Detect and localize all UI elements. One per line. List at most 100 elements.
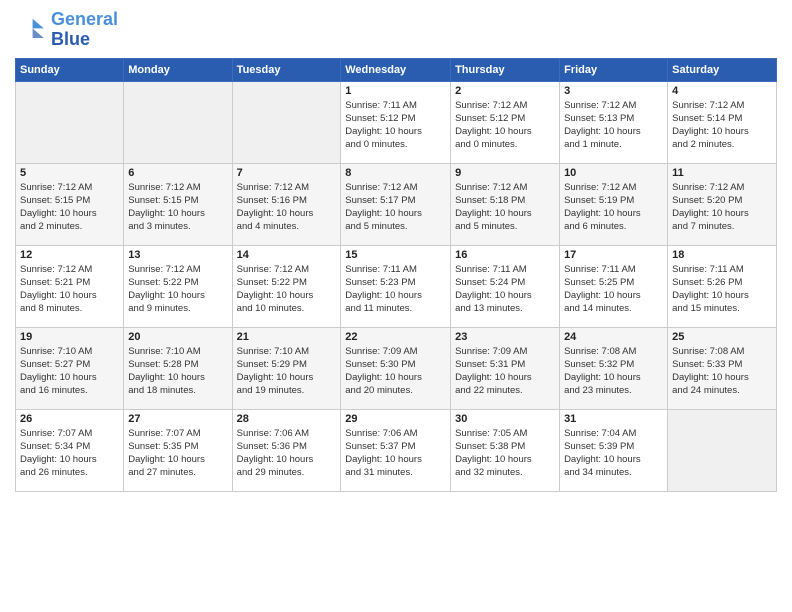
calendar-cell: 29 Sunrise: 7:06 AM Sunset: 5:37 PM Dayli… bbox=[341, 409, 451, 491]
day-info: Sunrise: 7:07 AM Sunset: 5:35 PM Dayligh… bbox=[128, 427, 227, 480]
day-info: Sunrise: 7:12 AM Sunset: 5:12 PM Dayligh… bbox=[455, 99, 555, 152]
calendar-cell bbox=[232, 81, 341, 163]
calendar-cell: 13 Sunrise: 7:12 AM Sunset: 5:22 PM Dayli… bbox=[124, 245, 232, 327]
day-number: 20 bbox=[128, 331, 227, 343]
calendar-cell: 14 Sunrise: 7:12 AM Sunset: 5:22 PM Dayli… bbox=[232, 245, 341, 327]
day-number: 21 bbox=[237, 331, 337, 343]
day-info: Sunrise: 7:07 AM Sunset: 5:34 PM Dayligh… bbox=[20, 427, 119, 480]
logo-text: General Blue bbox=[51, 10, 118, 50]
header: General Blue bbox=[15, 10, 777, 50]
day-info: Sunrise: 7:12 AM Sunset: 5:14 PM Dayligh… bbox=[672, 99, 772, 152]
main-container: General Blue SundayMondayTuesdayWednesda… bbox=[0, 0, 792, 502]
weekday-header: Saturday bbox=[668, 58, 777, 81]
day-number: 1 bbox=[345, 85, 446, 97]
calendar-week-row: 19 Sunrise: 7:10 AM Sunset: 5:27 PM Dayli… bbox=[16, 327, 777, 409]
day-info: Sunrise: 7:09 AM Sunset: 5:31 PM Dayligh… bbox=[455, 345, 555, 398]
weekday-header: Friday bbox=[560, 58, 668, 81]
day-number: 26 bbox=[20, 413, 119, 425]
weekday-header: Monday bbox=[124, 58, 232, 81]
day-info: Sunrise: 7:06 AM Sunset: 5:36 PM Dayligh… bbox=[237, 427, 337, 480]
day-number: 31 bbox=[564, 413, 663, 425]
day-info: Sunrise: 7:10 AM Sunset: 5:27 PM Dayligh… bbox=[20, 345, 119, 398]
calendar-cell bbox=[668, 409, 777, 491]
calendar-cell: 23 Sunrise: 7:09 AM Sunset: 5:31 PM Dayli… bbox=[451, 327, 560, 409]
day-number: 9 bbox=[455, 167, 555, 179]
day-info: Sunrise: 7:12 AM Sunset: 5:15 PM Dayligh… bbox=[20, 181, 119, 234]
day-info: Sunrise: 7:04 AM Sunset: 5:39 PM Dayligh… bbox=[564, 427, 663, 480]
calendar-cell: 11 Sunrise: 7:12 AM Sunset: 5:20 PM Dayli… bbox=[668, 163, 777, 245]
calendar-cell: 20 Sunrise: 7:10 AM Sunset: 5:28 PM Dayli… bbox=[124, 327, 232, 409]
calendar-cell bbox=[124, 81, 232, 163]
calendar-cell: 22 Sunrise: 7:09 AM Sunset: 5:30 PM Dayli… bbox=[341, 327, 451, 409]
day-number: 12 bbox=[20, 249, 119, 261]
calendar-cell: 15 Sunrise: 7:11 AM Sunset: 5:23 PM Dayli… bbox=[341, 245, 451, 327]
weekday-header: Wednesday bbox=[341, 58, 451, 81]
calendar-cell: 27 Sunrise: 7:07 AM Sunset: 5:35 PM Dayli… bbox=[124, 409, 232, 491]
calendar-cell: 8Sunrise: 7:12 AM Sunset: 5:17 PM Daylig… bbox=[341, 163, 451, 245]
day-info: Sunrise: 7:06 AM Sunset: 5:37 PM Dayligh… bbox=[345, 427, 446, 480]
day-number: 10 bbox=[564, 167, 663, 179]
day-number: 16 bbox=[455, 249, 555, 261]
day-number: 30 bbox=[455, 413, 555, 425]
day-info: Sunrise: 7:09 AM Sunset: 5:30 PM Dayligh… bbox=[345, 345, 446, 398]
calendar-week-row: 26 Sunrise: 7:07 AM Sunset: 5:34 PM Dayli… bbox=[16, 409, 777, 491]
weekday-header: Sunday bbox=[16, 58, 124, 81]
calendar-cell: 4 Sunrise: 7:12 AM Sunset: 5:14 PM Daylig… bbox=[668, 81, 777, 163]
day-info: Sunrise: 7:12 AM Sunset: 5:16 PM Dayligh… bbox=[237, 181, 337, 234]
day-info: Sunrise: 7:11 AM Sunset: 5:12 PM Dayligh… bbox=[345, 99, 446, 152]
day-info: Sunrise: 7:12 AM Sunset: 5:22 PM Dayligh… bbox=[128, 263, 227, 316]
day-number: 13 bbox=[128, 249, 227, 261]
calendar-cell: 21Sunrise: 7:10 AM Sunset: 5:29 PM Dayli… bbox=[232, 327, 341, 409]
day-info: Sunrise: 7:12 AM Sunset: 5:20 PM Dayligh… bbox=[672, 181, 772, 234]
calendar-cell: 24Sunrise: 7:08 AM Sunset: 5:32 PM Dayli… bbox=[560, 327, 668, 409]
day-number: 2 bbox=[455, 85, 555, 97]
day-info: Sunrise: 7:10 AM Sunset: 5:28 PM Dayligh… bbox=[128, 345, 227, 398]
day-number: 17 bbox=[564, 249, 663, 261]
day-number: 18 bbox=[672, 249, 772, 261]
calendar-cell: 2 Sunrise: 7:12 AM Sunset: 5:12 PM Daylig… bbox=[451, 81, 560, 163]
weekday-header: Thursday bbox=[451, 58, 560, 81]
day-number: 22 bbox=[345, 331, 446, 343]
calendar-cell: 3 Sunrise: 7:12 AM Sunset: 5:13 PM Daylig… bbox=[560, 81, 668, 163]
calendar-table: SundayMondayTuesdayWednesdayThursdayFrid… bbox=[15, 58, 777, 492]
day-number: 23 bbox=[455, 331, 555, 343]
day-number: 4 bbox=[672, 85, 772, 97]
calendar-cell: 7 Sunrise: 7:12 AM Sunset: 5:16 PM Daylig… bbox=[232, 163, 341, 245]
calendar-cell: 9 Sunrise: 7:12 AM Sunset: 5:18 PM Daylig… bbox=[451, 163, 560, 245]
calendar-cell: 6Sunrise: 7:12 AM Sunset: 5:15 PM Daylig… bbox=[124, 163, 232, 245]
calendar-cell: 1 Sunrise: 7:11 AM Sunset: 5:12 PM Daylig… bbox=[341, 81, 451, 163]
calendar-cell: 5 Sunrise: 7:12 AM Sunset: 5:15 PM Daylig… bbox=[16, 163, 124, 245]
calendar-cell: 16Sunrise: 7:11 AM Sunset: 5:24 PM Dayli… bbox=[451, 245, 560, 327]
calendar-cell: 17 Sunrise: 7:11 AM Sunset: 5:25 PM Dayli… bbox=[560, 245, 668, 327]
calendar-cell: 31 Sunrise: 7:04 AM Sunset: 5:39 PM Dayli… bbox=[560, 409, 668, 491]
calendar-cell: 28Sunrise: 7:06 AM Sunset: 5:36 PM Dayli… bbox=[232, 409, 341, 491]
day-number: 3 bbox=[564, 85, 663, 97]
calendar-cell: 30 Sunrise: 7:05 AM Sunset: 5:38 PM Dayli… bbox=[451, 409, 560, 491]
day-number: 7 bbox=[237, 167, 337, 179]
day-number: 15 bbox=[345, 249, 446, 261]
day-info: Sunrise: 7:12 AM Sunset: 5:19 PM Dayligh… bbox=[564, 181, 663, 234]
day-info: Sunrise: 7:12 AM Sunset: 5:15 PM Dayligh… bbox=[128, 181, 227, 234]
logo-icon bbox=[15, 14, 47, 46]
day-info: Sunrise: 7:11 AM Sunset: 5:26 PM Dayligh… bbox=[672, 263, 772, 316]
weekday-header-row: SundayMondayTuesdayWednesdayThursdayFrid… bbox=[16, 58, 777, 81]
day-info: Sunrise: 7:12 AM Sunset: 5:22 PM Dayligh… bbox=[237, 263, 337, 316]
day-number: 5 bbox=[20, 167, 119, 179]
day-info: Sunrise: 7:05 AM Sunset: 5:38 PM Dayligh… bbox=[455, 427, 555, 480]
day-info: Sunrise: 7:12 AM Sunset: 5:13 PM Dayligh… bbox=[564, 99, 663, 152]
day-number: 19 bbox=[20, 331, 119, 343]
day-info: Sunrise: 7:11 AM Sunset: 5:23 PM Dayligh… bbox=[345, 263, 446, 316]
day-number: 14 bbox=[237, 249, 337, 261]
calendar-cell bbox=[16, 81, 124, 163]
day-number: 29 bbox=[345, 413, 446, 425]
day-info: Sunrise: 7:08 AM Sunset: 5:33 PM Dayligh… bbox=[672, 345, 772, 398]
calendar-cell: 26 Sunrise: 7:07 AM Sunset: 5:34 PM Dayli… bbox=[16, 409, 124, 491]
calendar-cell: 19 Sunrise: 7:10 AM Sunset: 5:27 PM Dayli… bbox=[16, 327, 124, 409]
logo: General Blue bbox=[15, 10, 118, 50]
day-info: Sunrise: 7:12 AM Sunset: 5:17 PM Dayligh… bbox=[345, 181, 446, 234]
day-number: 11 bbox=[672, 167, 772, 179]
day-number: 27 bbox=[128, 413, 227, 425]
day-info: Sunrise: 7:11 AM Sunset: 5:25 PM Dayligh… bbox=[564, 263, 663, 316]
day-info: Sunrise: 7:12 AM Sunset: 5:18 PM Dayligh… bbox=[455, 181, 555, 234]
calendar-cell: 25Sunrise: 7:08 AM Sunset: 5:33 PM Dayli… bbox=[668, 327, 777, 409]
